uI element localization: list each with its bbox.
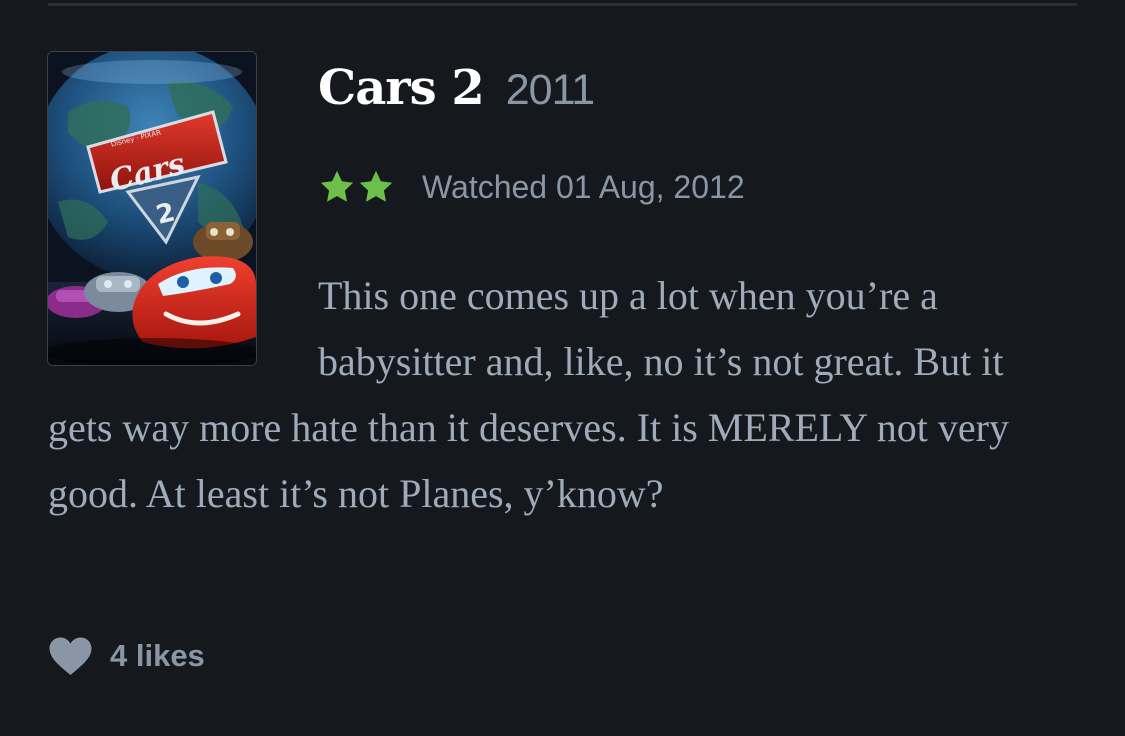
heart-icon: [49, 637, 92, 675]
film-year[interactable]: 2011: [506, 66, 595, 114]
star-icon: [320, 170, 354, 202]
likes-count: 4 likes: [110, 638, 205, 673]
star-icon: [359, 170, 393, 202]
likes-button[interactable]: 4 likes: [48, 636, 205, 676]
watched-date: Watched 01 Aug, 2012: [422, 168, 745, 205]
title-row: Cars 2 2011: [318, 60, 595, 116]
review-meta: Watched 01 Aug, 2012: [318, 168, 745, 206]
top-divider: [48, 3, 1077, 6]
poster-float-spacer: [48, 263, 318, 395]
star-rating: [318, 168, 395, 206]
review-body: This one comes up a lot when you’re a ba…: [48, 263, 1068, 527]
film-title[interactable]: Cars 2: [318, 60, 485, 116]
